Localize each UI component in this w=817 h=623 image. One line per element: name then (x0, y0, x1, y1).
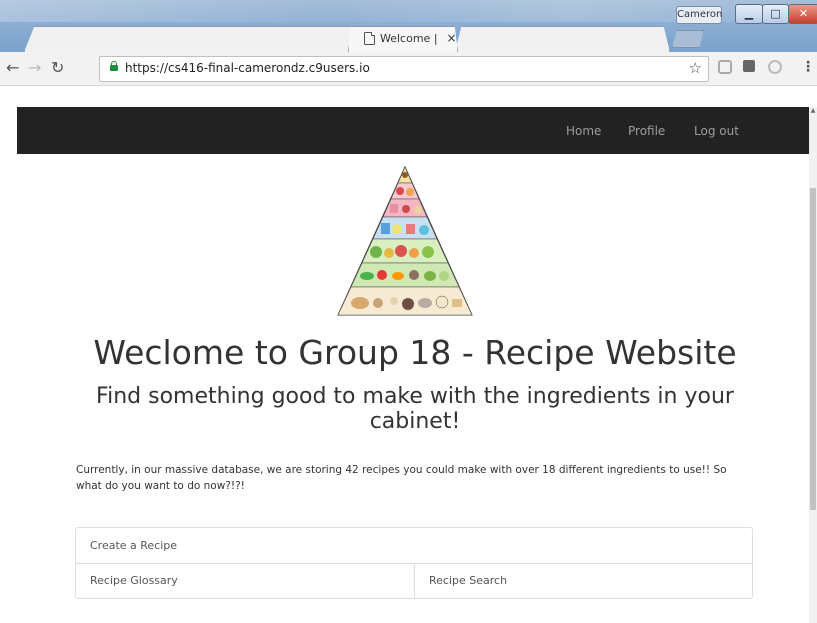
browser-tab-blank-1[interactable] (24, 26, 374, 52)
browser-tab-blank-2[interactable] (455, 26, 670, 52)
new-tab-button[interactable] (672, 30, 704, 48)
reload-icon[interactable]: ↻ (51, 58, 64, 77)
site-navbar: Home Profile Log out (17, 107, 809, 154)
nav-home-link[interactable]: Home (566, 124, 601, 138)
tab-title: Welcome | (380, 31, 438, 45)
nav-profile-link[interactable]: Profile (628, 124, 665, 138)
create-recipe-label: Create a Recipe (90, 539, 178, 552)
scrollbar-thumb[interactable] (810, 188, 816, 510)
lock-icon (110, 61, 118, 71)
create-recipe-link[interactable]: Create a Recipe (76, 528, 752, 564)
browser-tab-welcome[interactable]: Welcome | × (348, 26, 458, 52)
minimize-button[interactable]: ▁ (735, 4, 763, 24)
recipe-search-label: Recipe Search (429, 574, 508, 587)
extension-icon-2[interactable] (743, 60, 755, 72)
page-icon (364, 31, 375, 45)
maximize-button[interactable]: □ (762, 4, 789, 24)
address-bar[interactable]: https://cs416-final-camerondz.c9users.io… (99, 56, 709, 82)
actions-panel: Create a Recipe Recipe Glossary Recipe S… (75, 527, 753, 599)
food-pyramid-image (337, 165, 473, 316)
intro-text: Currently, in our massive database, we a… (76, 464, 727, 492)
scroll-up-arrow-icon[interactable]: ▲ (809, 107, 817, 117)
nav-logout-link[interactable]: Log out (694, 124, 739, 138)
extension-icon-3[interactable] (768, 60, 782, 74)
forward-arrow-icon[interactable]: → (28, 58, 41, 77)
bookmark-star-icon[interactable]: ☆ (689, 59, 702, 77)
recipe-glossary-label: Recipe Glossary (90, 574, 178, 587)
extension-icon-1[interactable] (718, 60, 732, 74)
page-title: Weclome to Group 18 - Recipe Website (93, 333, 737, 372)
tab-close-icon[interactable]: × (447, 31, 457, 45)
recipe-search-link[interactable]: Recipe Search (415, 563, 752, 598)
back-arrow-icon[interactable]: ← (6, 58, 19, 77)
user-profile-badge[interactable]: Cameron (676, 6, 722, 24)
page-top-area (0, 86, 817, 107)
window-titlebar: Welcome | × Cameron ▁ □ ✕ (0, 0, 817, 52)
close-window-button[interactable]: ✕ (788, 4, 817, 24)
page-left-margin (0, 86, 17, 623)
page-subtitle: Find something good to make with the ing… (96, 384, 734, 434)
recipe-glossary-link[interactable]: Recipe Glossary (76, 563, 415, 598)
browser-toolbar: ← → ↻ https://cs416-final-camerondz.c9us… (0, 52, 817, 86)
browser-menu-icon[interactable]: ⋮ (801, 59, 815, 75)
url-text: https://cs416-final-camerondz.c9users.io (125, 61, 370, 75)
